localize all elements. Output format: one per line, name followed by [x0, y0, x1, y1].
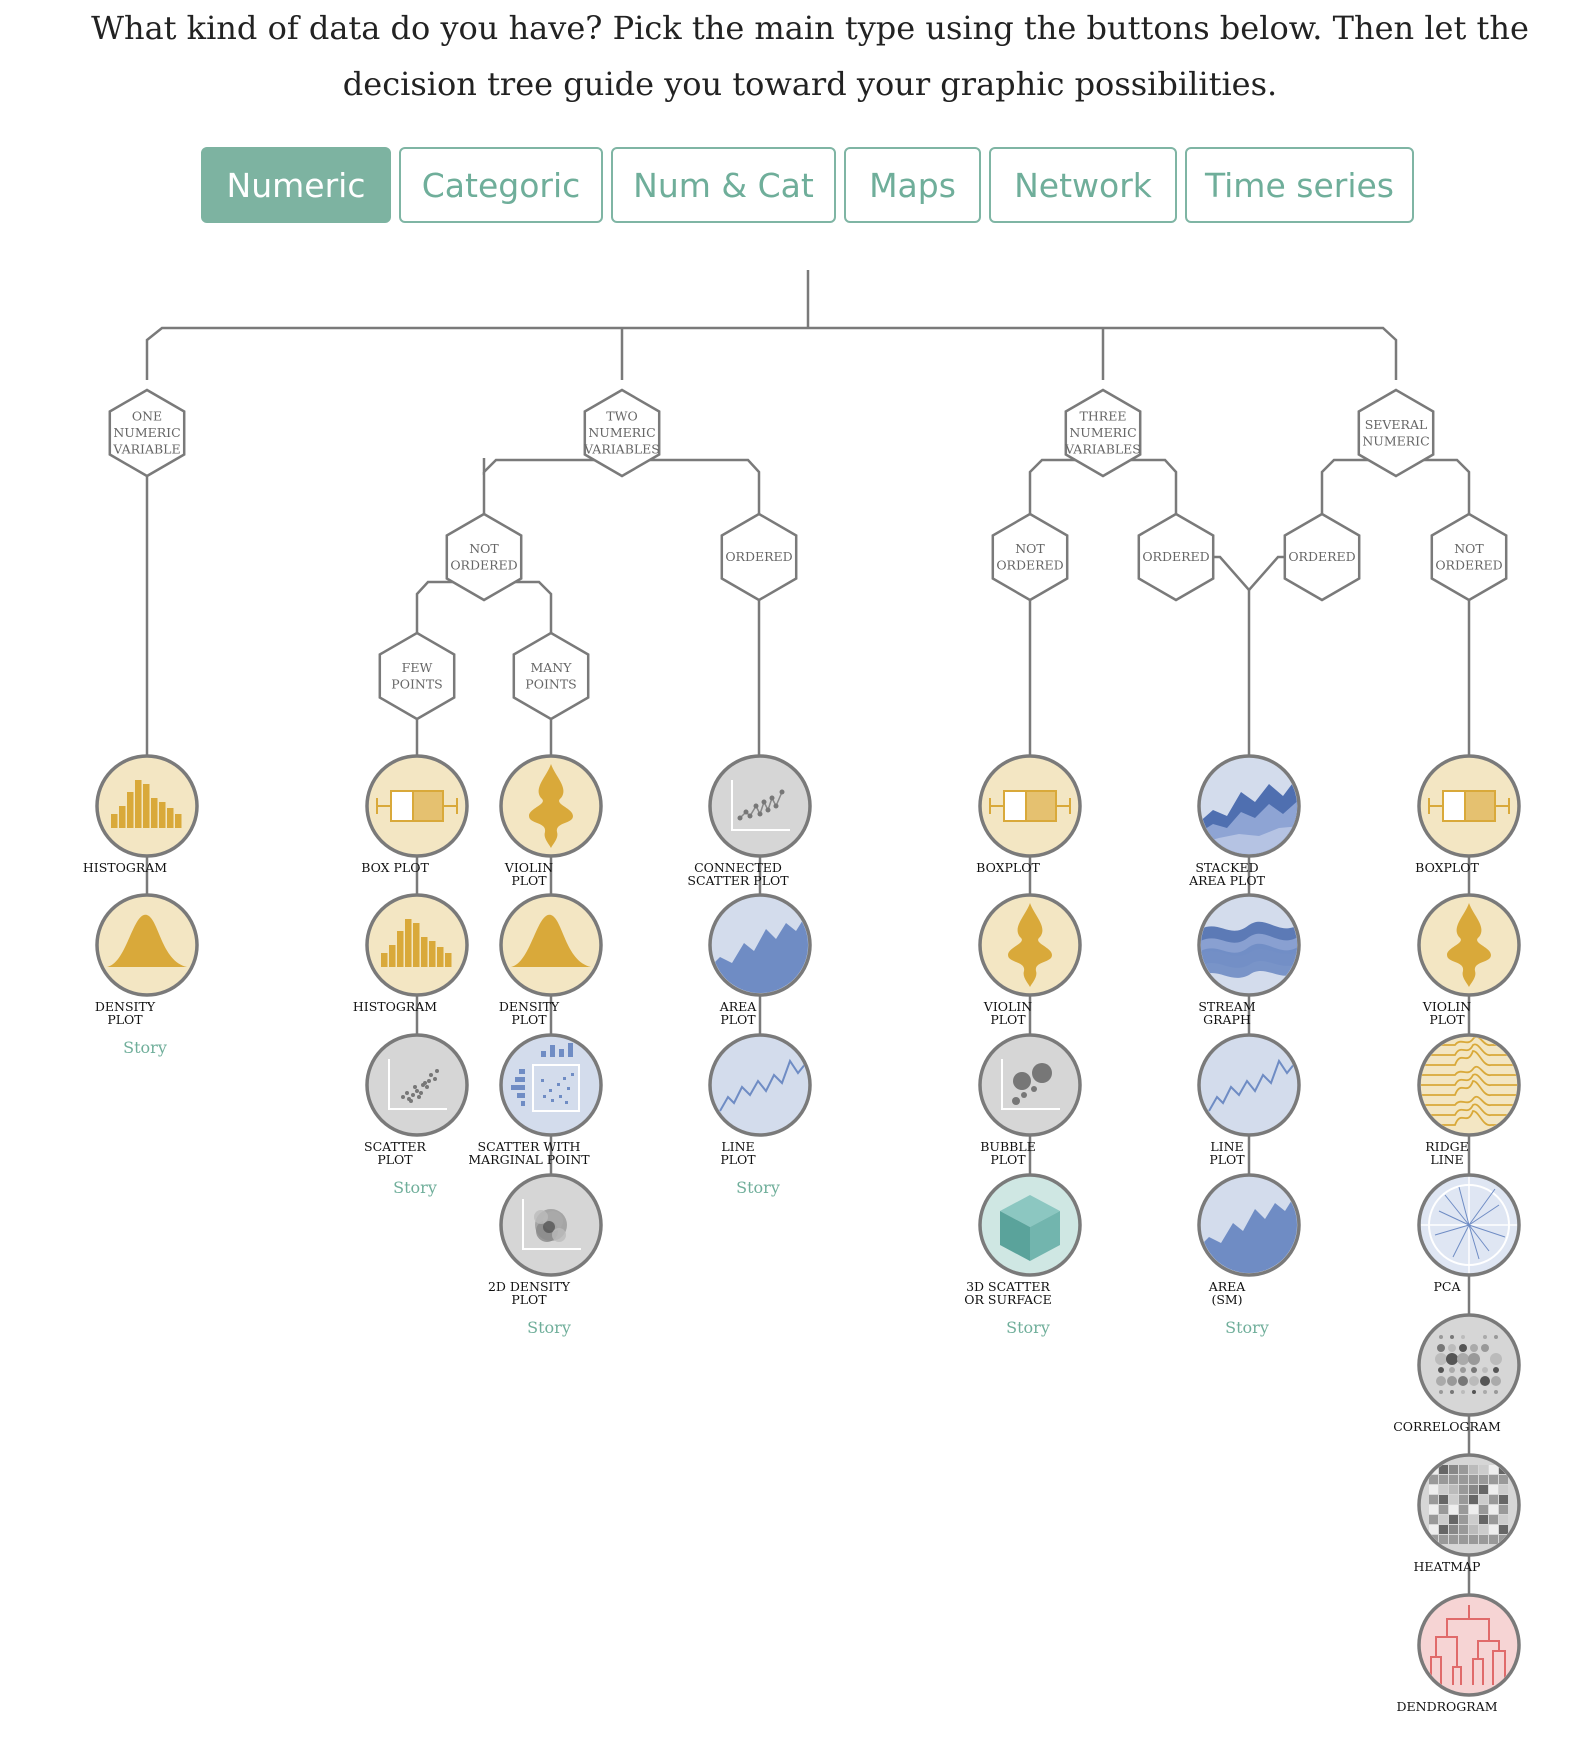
- decision-node-label: NOT: [1454, 541, 1484, 556]
- chart-node-marginal-scatter[interactable]: SCATTER WITHMARGINAL POINT: [468, 1033, 603, 1167]
- decision-node-h9[interactable]: ORDERED: [1283, 512, 1361, 602]
- decision-node-label: TWO: [606, 409, 637, 424]
- decision-node-label: ORDERED: [725, 549, 792, 564]
- chart-node-violin[interactable]: VIOLINPLOT: [978, 893, 1082, 1027]
- decision-node-h5[interactable]: NOTORDERED: [445, 512, 523, 602]
- chart-circle: [365, 1033, 469, 1137]
- decision-node-h8[interactable]: ORDERED: [1137, 512, 1215, 602]
- decision-node-h10[interactable]: NOTORDERED: [1430, 512, 1508, 602]
- chart-label: PLOT: [511, 873, 547, 888]
- top-bus: [145, 326, 1398, 380]
- decision-node-h2[interactable]: TWONUMERIC VARIABLES: [583, 388, 661, 478]
- decision-node-label: THREE: [1080, 409, 1127, 424]
- chart-node-boxplot[interactable]: BOXPLOT: [976, 754, 1082, 875]
- chart-label: (SM): [1211, 1292, 1242, 1307]
- chart-node-stream[interactable]: STREAMGRAPH: [1197, 893, 1301, 1027]
- chart-node-cube[interactable]: 3D SCATTEROR SURFACE: [964, 1173, 1082, 1307]
- stream-icon: [1201, 921, 1297, 978]
- decision-node-label: NOT: [1015, 541, 1045, 556]
- chart-label: HISTOGRAM: [83, 860, 167, 875]
- chart-circle: [708, 754, 812, 858]
- decision-node-label: ORDERED: [1288, 549, 1355, 564]
- chart-label: GRAPH: [1203, 1012, 1251, 1027]
- decision-node-h3[interactable]: THREENUMERIC VARIABLES: [1064, 388, 1142, 478]
- chart-label: PLOT: [511, 1292, 547, 1307]
- chart-label: PLOT: [1209, 1152, 1245, 1167]
- chart-label: PLOT: [377, 1152, 413, 1167]
- chart-node-heatmap[interactable]: HEATMAP: [1414, 1453, 1521, 1574]
- chart-node-area[interactable]: AREA(SM): [1197, 1173, 1301, 1307]
- decision-node-label: ONE: [132, 409, 162, 424]
- decision-node-label: ORDERED: [1435, 557, 1502, 572]
- chart-node-correlogram[interactable]: CORRELOGRAM: [1393, 1313, 1521, 1434]
- chart-node-pca[interactable]: PCA: [1417, 1173, 1521, 1294]
- chart-label: PLOT: [990, 1012, 1026, 1027]
- story-link[interactable]: Story: [736, 1178, 780, 1197]
- chart-node-density2d[interactable]: 2D DENSITYPLOT: [488, 1173, 603, 1307]
- chart-label: PLOT: [720, 1012, 756, 1027]
- chart-node-boxplot[interactable]: BOX PLOT: [361, 754, 469, 875]
- decision-node-h7[interactable]: NOTORDERED: [991, 512, 1069, 602]
- decision-node-h11[interactable]: FEWPOINTS: [378, 631, 456, 721]
- decision-node-label: NUMERIC: [588, 425, 655, 440]
- chart-label: PLOT: [720, 1152, 756, 1167]
- chart-label: BOXPLOT: [1415, 860, 1479, 875]
- decision-node-h12[interactable]: MANYPOINTS: [512, 631, 590, 721]
- chart-node-scatter[interactable]: SCATTERPLOT: [364, 1033, 469, 1167]
- chart-node-histogram[interactable]: HISTOGRAM: [353, 893, 469, 1014]
- chart-label: LINE: [1430, 1152, 1463, 1167]
- decision-node-label: MANY: [530, 660, 572, 675]
- chart-label: PLOT: [1429, 1012, 1465, 1027]
- decision-node-h1[interactable]: ONENUMERIC VARIABLE: [108, 388, 186, 478]
- decision-node-label: NUMERIC: [113, 425, 180, 440]
- chart-label: SCATTER PLOT: [687, 873, 789, 888]
- chart-node-line[interactable]: LINEPLOT: [708, 1033, 812, 1167]
- chart-label: HEATMAP: [1414, 1559, 1481, 1574]
- story-link[interactable]: Story: [527, 1318, 571, 1337]
- decision-node-label: ORDERED: [1142, 549, 1209, 564]
- chart-label: PLOT: [107, 1012, 143, 1027]
- chart-label: CORRELOGRAM: [1393, 1419, 1501, 1434]
- chart-label: MARGINAL POINT: [468, 1152, 590, 1167]
- chart-label: BOXPLOT: [976, 860, 1040, 875]
- story-link[interactable]: Story: [393, 1178, 437, 1197]
- chart-node-density[interactable]: DENSITYPLOT: [95, 893, 199, 1027]
- decision-node-label: SEVERAL: [1365, 417, 1428, 432]
- decision-node-label: NUMERIC: [1069, 425, 1136, 440]
- story-link[interactable]: Story: [1225, 1318, 1269, 1337]
- chart-label: OR SURFACE: [964, 1292, 1051, 1307]
- story-link[interactable]: Story: [1006, 1318, 1050, 1337]
- chart-label: PLOT: [990, 1152, 1026, 1167]
- decision-node-label: ORDERED: [996, 557, 1063, 572]
- decision-node-label: FEW: [402, 660, 433, 675]
- chart-label: DENDROGRAM: [1397, 1699, 1498, 1714]
- story-link[interactable]: Story: [123, 1038, 167, 1057]
- chart-circle: [1417, 1313, 1521, 1417]
- chart-label: PCA: [1433, 1279, 1461, 1294]
- chart-label: AREA PLOT: [1188, 873, 1266, 888]
- chart-node-stacked-area[interactable]: STACKEDAREA PLOT: [1188, 754, 1301, 888]
- chart-label: HISTOGRAM: [353, 999, 437, 1014]
- chart-node-bubble[interactable]: BUBBLEPLOT: [978, 1033, 1082, 1167]
- decision-node-h6[interactable]: ORDERED: [720, 512, 798, 602]
- decision-node-label: ORDERED: [450, 557, 517, 572]
- chart-node-boxplot[interactable]: BOXPLOT: [1415, 754, 1521, 875]
- decision-tree: ONENUMERICVARIABLETWONUMERICVARIABLESTHR…: [83, 270, 1521, 1714]
- decision-node-h4[interactable]: SEVERALNUMERIC: [1357, 388, 1435, 478]
- decision-node-label: POINTS: [525, 676, 576, 691]
- chart-label: PLOT: [511, 1012, 547, 1027]
- chart-node-histogram[interactable]: HISTOGRAM: [83, 754, 199, 875]
- decision-node-label: POINTS: [391, 676, 442, 691]
- chart-node-violin[interactable]: VIOLINPLOT: [499, 754, 603, 888]
- chart-node-violin[interactable]: VIOLINPLOT: [1417, 893, 1521, 1027]
- decision-node-label: NUMERIC: [1362, 433, 1429, 448]
- decision-node-label: VARIABLE: [112, 442, 180, 457]
- decision-node-label: VARIABLES: [1064, 442, 1141, 457]
- chart-node-connected-scatter[interactable]: CONNECTEDSCATTER PLOT: [687, 754, 812, 888]
- decision-node-label: VARIABLES: [583, 442, 660, 457]
- chart-node-dendrogram[interactable]: DENDROGRAM: [1397, 1593, 1521, 1714]
- chart-node-density[interactable]: DENSITYPLOT: [499, 893, 603, 1027]
- decision-node-label: NOT: [469, 541, 499, 556]
- chart-label: BOX PLOT: [361, 860, 429, 875]
